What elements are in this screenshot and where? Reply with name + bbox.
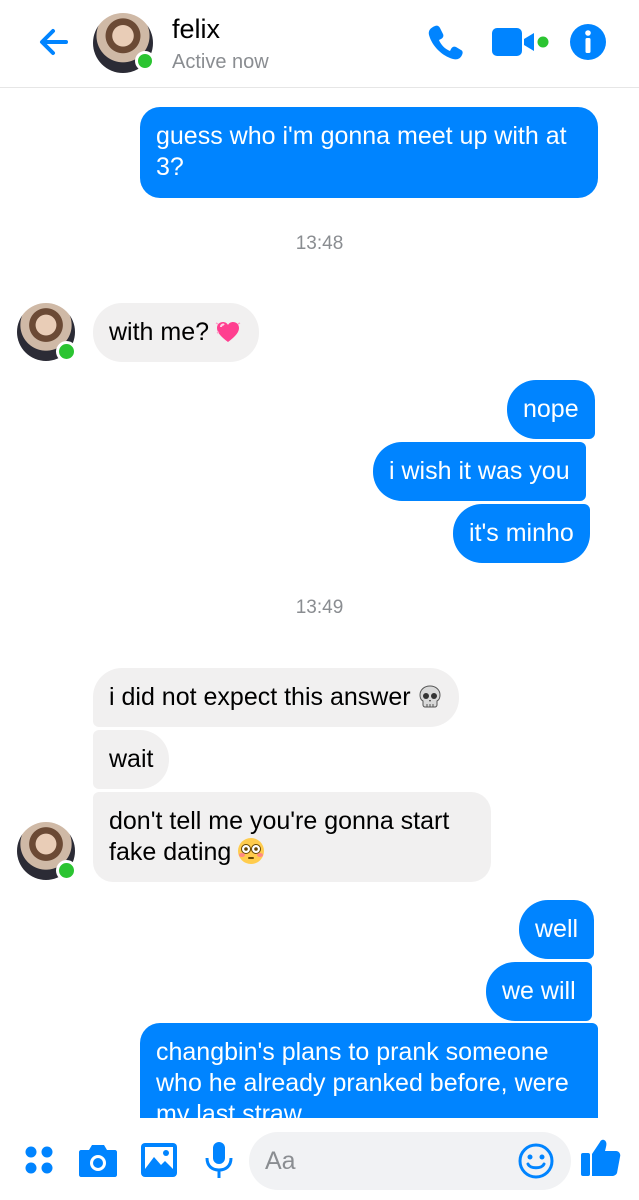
skull-emoji (419, 685, 441, 708)
contact-name[interactable]: felix (172, 14, 220, 45)
contact-status: Active now (172, 51, 269, 73)
message-outgoing[interactable]: we will (486, 962, 592, 1021)
message-outgoing[interactable]: it's minho (453, 504, 590, 563)
message-outgoing[interactable]: changbin's plans to prank someone who he… (140, 1023, 598, 1118)
heart-sparkle-emoji (215, 322, 241, 342)
flushed-face-emoji (238, 838, 265, 864)
message-text: with me? (109, 318, 210, 346)
online-indicator (56, 341, 77, 362)
timestamp: 13:49 (295, 597, 344, 618)
message-input-container[interactable] (249, 1132, 571, 1190)
message-incoming[interactable]: with me? (93, 303, 260, 362)
message-outgoing[interactable]: guess who i'm gonna meet up with at 3? (140, 107, 598, 198)
contact-avatar[interactable] (93, 13, 155, 73)
message-incoming[interactable]: wait (93, 730, 170, 789)
message-outgoing[interactable]: nope (507, 380, 595, 439)
menu-dots-icon[interactable] (17, 1138, 61, 1182)
info-icon[interactable] (569, 22, 607, 62)
message-input[interactable] (265, 1140, 505, 1182)
gallery-icon[interactable] (137, 1138, 181, 1182)
message-outgoing[interactable]: i wish it was you (373, 442, 586, 501)
thumbs-up-icon[interactable] (578, 1134, 624, 1180)
camera-icon[interactable] (76, 1138, 120, 1182)
chat-header: felix Active now (0, 0, 639, 88)
message-outgoing[interactable]: well (519, 900, 595, 959)
contact-avatar-small[interactable] (17, 822, 77, 881)
phone-call-icon[interactable] (426, 22, 464, 62)
message-text: don't tell me you're gonna start fake da… (109, 807, 450, 866)
online-indicator (56, 860, 77, 881)
microphone-icon[interactable] (197, 1138, 241, 1182)
emoji-icon[interactable] (517, 1142, 555, 1180)
message-incoming[interactable]: i did not expect this answer (93, 668, 459, 727)
contact-avatar-small[interactable] (17, 303, 77, 362)
message-thread[interactable]: guess who i'm gonna meet up with at 3? 1… (0, 89, 639, 1118)
timestamp: 13:48 (295, 233, 344, 254)
message-text: i did not expect this answer (109, 683, 411, 711)
back-arrow-icon[interactable] (34, 22, 74, 62)
message-composer (0, 1118, 639, 1200)
message-incoming[interactable]: don't tell me you're gonna start fake da… (93, 792, 491, 882)
online-indicator (135, 51, 155, 71)
video-call-icon[interactable] (490, 22, 552, 62)
